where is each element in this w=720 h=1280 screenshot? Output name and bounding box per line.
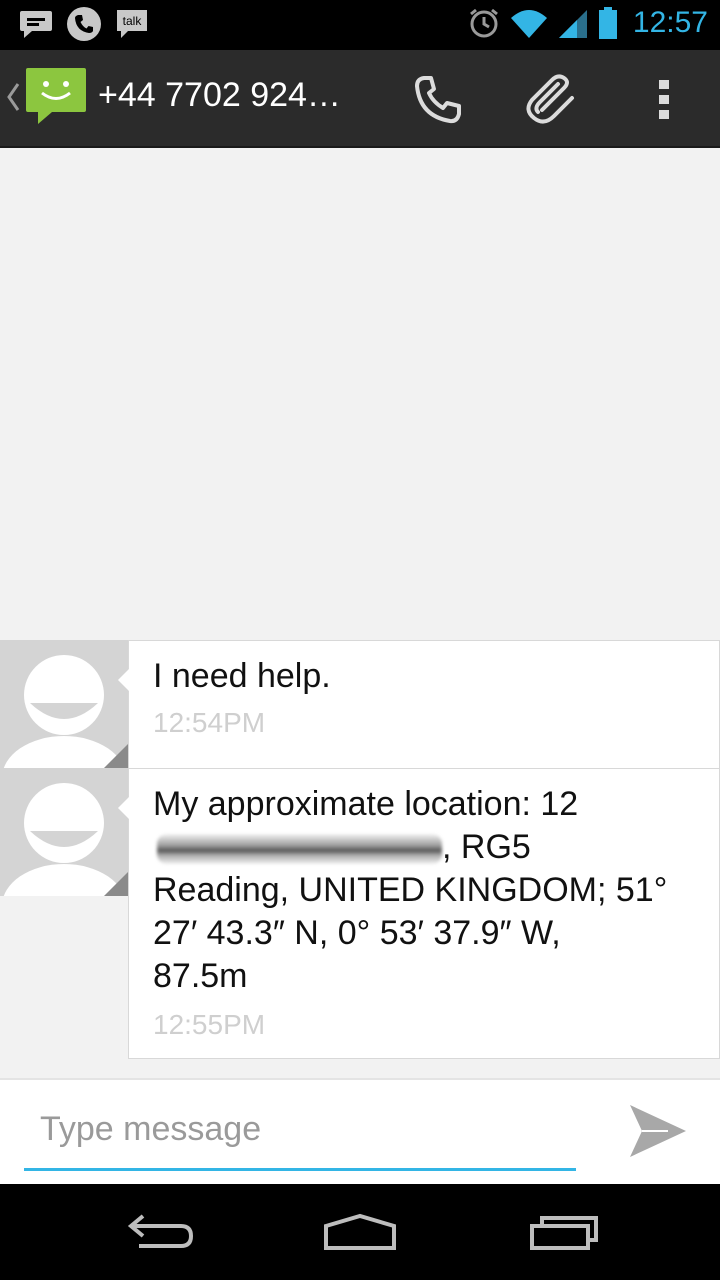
overflow-menu-button[interactable] [636,72,692,128]
message-input-placeholder: Type message [40,1110,262,1148]
avatar[interactable] [0,640,128,768]
message-item[interactable]: I need help. 12:54PM [0,640,720,769]
signal-icon [558,10,587,38]
message-bubble[interactable]: I need help. 12:54PM [118,640,720,769]
svg-text:talk: talk [123,14,143,28]
wifi-icon [510,10,547,38]
message-text: I need help. [153,657,331,695]
phone-notification-icon [66,6,102,42]
message-notification-icon [18,6,54,42]
contact-placeholder-icon [3,783,128,896]
clock: 12:57 [632,6,708,39]
bubble-tail [118,797,129,819]
status-bar: talk 12:57 [0,0,720,50]
avatar[interactable] [0,768,128,896]
alarm-icon [469,8,498,38]
message-thread[interactable]: I need help. 12:54PM My approximate loca… [0,148,720,1078]
up-caret-icon[interactable] [6,80,20,114]
message-item[interactable]: My approximate location: 12 , RG5 Readin… [0,768,720,1059]
back-button[interactable] [120,1210,200,1254]
compose-bar: Type message [0,1078,720,1186]
message-line: Reading, UNITED KINGDOM; 51° [153,871,668,909]
messaging-app-icon[interactable] [24,66,88,128]
redacted-address [157,834,442,865]
message-input[interactable]: Type message [24,1110,576,1171]
call-button[interactable] [410,72,466,128]
attach-icon [526,74,574,124]
message-line: , RG5 [153,826,667,869]
postcode-text: , RG5 [442,828,531,866]
message-line: 87.5m [153,957,248,995]
home-button[interactable] [320,1210,400,1254]
message-timestamp: 12:54PM [153,707,266,738]
recent-apps-button[interactable] [524,1210,604,1254]
navigation-bar [0,1184,720,1280]
talk-notification-icon: talk [114,6,150,42]
contact-placeholder-icon [3,655,128,768]
conversation-title: +44 7702 924… [98,76,341,114]
action-bar: +44 7702 924… [0,50,720,148]
message-line: My approximate location: 12 [153,785,579,823]
back-icon [127,1214,194,1248]
message-line: 27′ 43.3″ N, 0° 53′ 37.9″ W, [153,914,561,952]
message-text: My approximate location: 12 , RG5 Readin… [153,783,667,998]
call-icon [415,76,461,124]
message-timestamp: 12:55PM [153,1009,266,1040]
send-icon [630,1105,686,1157]
home-icon [324,1213,396,1250]
bubble-tail [118,669,129,691]
send-button[interactable] [622,1098,694,1164]
overflow-menu-icon [659,80,669,119]
recent-apps-icon [530,1216,598,1250]
message-bubble[interactable]: My approximate location: 12 , RG5 Readin… [118,768,720,1059]
battery-icon [598,7,617,39]
system-status-icons: 12:57 [467,6,708,40]
attach-button[interactable] [524,72,580,128]
notification-icons: talk [18,6,150,42]
